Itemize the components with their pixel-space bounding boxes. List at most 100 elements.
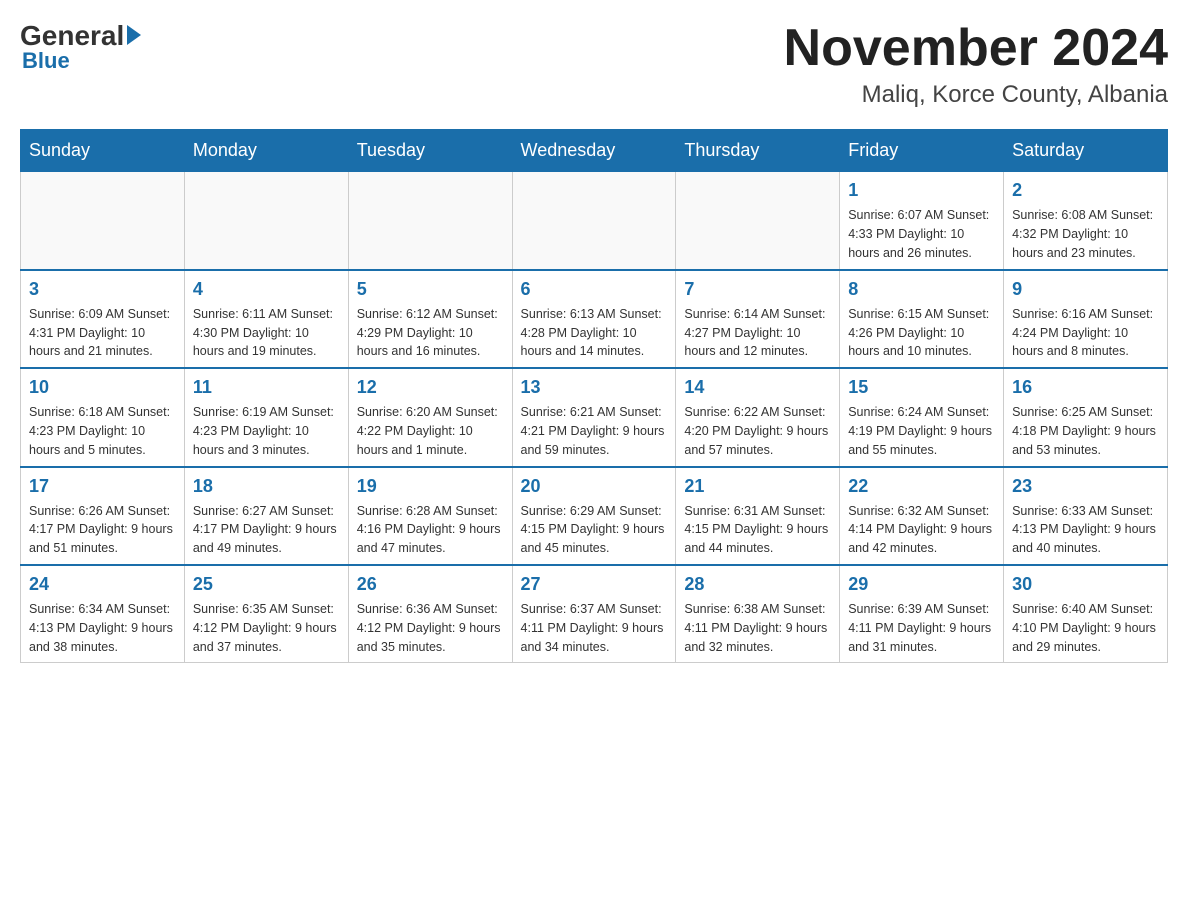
day-number: 8: [848, 277, 995, 302]
calendar-cell: 22 Sunrise: 6:32 AM Sunset: 4:14 PM Dayli…: [840, 467, 1004, 565]
day-of-week-header: Sunday: [21, 130, 185, 172]
day-number: 30: [1012, 572, 1159, 597]
calendar-cell: 27 Sunrise: 6:37 AM Sunset: 4:11 PM Dayli…: [512, 565, 676, 663]
day-number: 9: [1012, 277, 1159, 302]
calendar-cell: 15 Sunrise: 6:24 AM Sunset: 4:19 PM Dayli…: [840, 368, 1004, 466]
day-info: Sunrise: 6:14 AM Sunset: 4:27 PM Dayligh…: [684, 305, 831, 361]
day-number: 12: [357, 375, 504, 400]
day-info: Sunrise: 6:11 AM Sunset: 4:30 PM Dayligh…: [193, 305, 340, 361]
logo-blue-text: Blue: [22, 48, 70, 74]
day-info: Sunrise: 6:08 AM Sunset: 4:32 PM Dayligh…: [1012, 206, 1159, 262]
calendar-cell: 11Sunrise: 6:19 AM Sunset: 4:23 PM Dayli…: [184, 368, 348, 466]
calendar-cell: 7 Sunrise: 6:14 AM Sunset: 4:27 PM Daylig…: [676, 270, 840, 368]
day-info: Sunrise: 6:26 AM Sunset: 4:17 PM Dayligh…: [29, 502, 176, 558]
day-info: Sunrise: 6:32 AM Sunset: 4:14 PM Dayligh…: [848, 502, 995, 558]
calendar-cell: 29 Sunrise: 6:39 AM Sunset: 4:11 PM Dayli…: [840, 565, 1004, 663]
day-of-week-header: Friday: [840, 130, 1004, 172]
day-number: 2: [1012, 178, 1159, 203]
day-number: 14: [684, 375, 831, 400]
calendar-cell: 6 Sunrise: 6:13 AM Sunset: 4:28 PM Daylig…: [512, 270, 676, 368]
calendar-cell: 24Sunrise: 6:34 AM Sunset: 4:13 PM Dayli…: [21, 565, 185, 663]
day-number: 27: [521, 572, 668, 597]
day-number: 19: [357, 474, 504, 499]
logo-arrow-icon: [127, 25, 141, 45]
day-info: Sunrise: 6:37 AM Sunset: 4:11 PM Dayligh…: [521, 600, 668, 656]
main-title: November 2024: [784, 20, 1168, 77]
calendar-cell: 3 Sunrise: 6:09 AM Sunset: 4:31 PM Daylig…: [21, 270, 185, 368]
day-info: Sunrise: 6:09 AM Sunset: 4:31 PM Dayligh…: [29, 305, 176, 361]
calendar-cell: 21 Sunrise: 6:31 AM Sunset: 4:15 PM Dayli…: [676, 467, 840, 565]
day-info: Sunrise: 6:31 AM Sunset: 4:15 PM Dayligh…: [684, 502, 831, 558]
calendar-cell: 26 Sunrise: 6:36 AM Sunset: 4:12 PM Dayli…: [348, 565, 512, 663]
calendar-cell: 18 Sunrise: 6:27 AM Sunset: 4:17 PM Dayli…: [184, 467, 348, 565]
day-info: Sunrise: 6:29 AM Sunset: 4:15 PM Dayligh…: [521, 502, 668, 558]
calendar-cell: 12 Sunrise: 6:20 AM Sunset: 4:22 PM Dayli…: [348, 368, 512, 466]
day-info: Sunrise: 6:16 AM Sunset: 4:24 PM Dayligh…: [1012, 305, 1159, 361]
calendar-cell: 19 Sunrise: 6:28 AM Sunset: 4:16 PM Dayli…: [348, 467, 512, 565]
calendar-cell: 5Sunrise: 6:12 AM Sunset: 4:29 PM Daylig…: [348, 270, 512, 368]
day-info: Sunrise: 6:39 AM Sunset: 4:11 PM Dayligh…: [848, 600, 995, 656]
day-number: 18: [193, 474, 340, 499]
day-number: 16: [1012, 375, 1159, 400]
day-info: Sunrise: 6:40 AM Sunset: 4:10 PM Dayligh…: [1012, 600, 1159, 656]
calendar-cell: 14 Sunrise: 6:22 AM Sunset: 4:20 PM Dayli…: [676, 368, 840, 466]
day-number: 3: [29, 277, 176, 302]
logo: General Blue: [20, 20, 141, 74]
calendar-cell: 17 Sunrise: 6:26 AM Sunset: 4:17 PM Dayli…: [21, 467, 185, 565]
day-number: 21: [684, 474, 831, 499]
day-number: 25: [193, 572, 340, 597]
day-info: Sunrise: 6:25 AM Sunset: 4:18 PM Dayligh…: [1012, 403, 1159, 459]
day-of-week-header: Monday: [184, 130, 348, 172]
calendar-cell: 13 Sunrise: 6:21 AM Sunset: 4:21 PM Dayli…: [512, 368, 676, 466]
day-info: Sunrise: 6:20 AM Sunset: 4:22 PM Dayligh…: [357, 403, 504, 459]
calendar-week-row: 10Sunrise: 6:18 AM Sunset: 4:23 PM Dayli…: [21, 368, 1168, 466]
calendar-cell: 2 Sunrise: 6:08 AM Sunset: 4:32 PM Daylig…: [1004, 172, 1168, 270]
day-number: 1: [848, 178, 995, 203]
calendar-cell: 1Sunrise: 6:07 AM Sunset: 4:33 PM Daylig…: [840, 172, 1004, 270]
calendar-cell: 23Sunrise: 6:33 AM Sunset: 4:13 PM Dayli…: [1004, 467, 1168, 565]
day-number: 22: [848, 474, 995, 499]
calendar-cell: 8 Sunrise: 6:15 AM Sunset: 4:26 PM Daylig…: [840, 270, 1004, 368]
calendar-cell: [512, 172, 676, 270]
calendar-cell: [184, 172, 348, 270]
calendar-week-row: 1Sunrise: 6:07 AM Sunset: 4:33 PM Daylig…: [21, 172, 1168, 270]
day-info: Sunrise: 6:28 AM Sunset: 4:16 PM Dayligh…: [357, 502, 504, 558]
calendar-cell: [21, 172, 185, 270]
calendar-cell: 10Sunrise: 6:18 AM Sunset: 4:23 PM Dayli…: [21, 368, 185, 466]
day-number: 17: [29, 474, 176, 499]
calendar-cell: 30 Sunrise: 6:40 AM Sunset: 4:10 PM Dayli…: [1004, 565, 1168, 663]
day-number: 15: [848, 375, 995, 400]
page-header: General Blue November 2024 Maliq, Korce …: [20, 20, 1168, 109]
calendar-cell: [676, 172, 840, 270]
day-info: Sunrise: 6:36 AM Sunset: 4:12 PM Dayligh…: [357, 600, 504, 656]
day-of-week-header: Wednesday: [512, 130, 676, 172]
day-number: 26: [357, 572, 504, 597]
day-number: 20: [521, 474, 668, 499]
day-info: Sunrise: 6:27 AM Sunset: 4:17 PM Dayligh…: [193, 502, 340, 558]
calendar-week-row: 3 Sunrise: 6:09 AM Sunset: 4:31 PM Daylig…: [21, 270, 1168, 368]
day-info: Sunrise: 6:38 AM Sunset: 4:11 PM Dayligh…: [684, 600, 831, 656]
title-block: November 2024 Maliq, Korce County, Alban…: [784, 20, 1168, 109]
day-number: 29: [848, 572, 995, 597]
day-info: Sunrise: 6:21 AM Sunset: 4:21 PM Dayligh…: [521, 403, 668, 459]
day-number: 6: [521, 277, 668, 302]
calendar-table: SundayMondayTuesdayWednesdayThursdayFrid…: [20, 129, 1168, 663]
calendar-cell: 20 Sunrise: 6:29 AM Sunset: 4:15 PM Dayli…: [512, 467, 676, 565]
day-number: 13: [521, 375, 668, 400]
calendar-cell: 9 Sunrise: 6:16 AM Sunset: 4:24 PM Daylig…: [1004, 270, 1168, 368]
calendar-week-row: 24Sunrise: 6:34 AM Sunset: 4:13 PM Dayli…: [21, 565, 1168, 663]
day-of-week-header: Tuesday: [348, 130, 512, 172]
day-number: 28: [684, 572, 831, 597]
day-info: Sunrise: 6:33 AM Sunset: 4:13 PM Dayligh…: [1012, 502, 1159, 558]
day-number: 10: [29, 375, 176, 400]
calendar-cell: 28 Sunrise: 6:38 AM Sunset: 4:11 PM Dayli…: [676, 565, 840, 663]
day-number: 7: [684, 277, 831, 302]
day-number: 11: [193, 375, 340, 400]
day-info: Sunrise: 6:13 AM Sunset: 4:28 PM Dayligh…: [521, 305, 668, 361]
day-info: Sunrise: 6:22 AM Sunset: 4:20 PM Dayligh…: [684, 403, 831, 459]
day-number: 4: [193, 277, 340, 302]
subtitle: Maliq, Korce County, Albania: [784, 81, 1168, 109]
day-info: Sunrise: 6:35 AM Sunset: 4:12 PM Dayligh…: [193, 600, 340, 656]
day-info: Sunrise: 6:24 AM Sunset: 4:19 PM Dayligh…: [848, 403, 995, 459]
day-info: Sunrise: 6:15 AM Sunset: 4:26 PM Dayligh…: [848, 305, 995, 361]
